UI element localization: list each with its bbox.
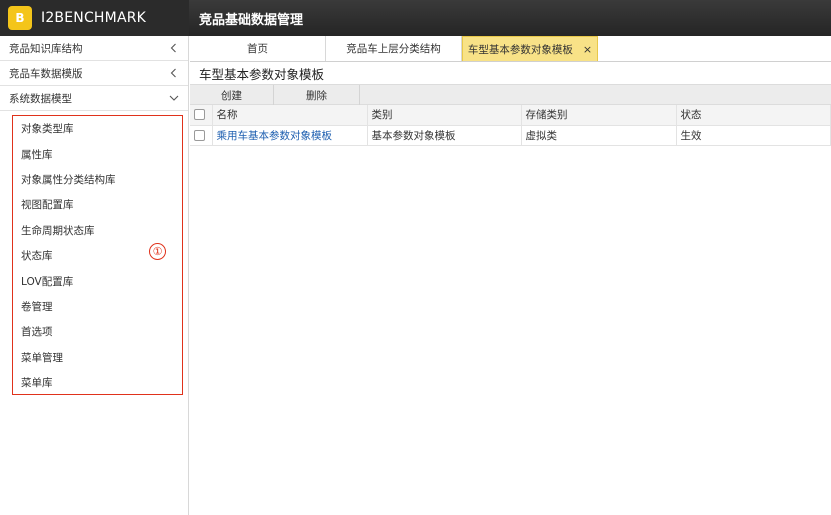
sidebar-item-view-config-library[interactable]: 视图配置库 <box>13 192 182 217</box>
sidebar-item-object-type-library[interactable]: 对象类型库 <box>13 116 182 141</box>
row-storage-cell: 虚拟类 <box>521 125 677 146</box>
sidebar-item-lov-config-library[interactable]: LOV配置库 <box>13 268 182 293</box>
brand: B I2BENCHMARK <box>0 0 189 36</box>
tab-vehicle-parameter-template[interactable]: 车型基本参数对象模板 × <box>462 36 598 61</box>
sidebar-item-menu-library[interactable]: 菜单库 <box>13 370 182 395</box>
row-name-cell: 乘用车基本参数对象模板 <box>212 125 368 146</box>
template-table: 名称 类别 存储类别 状态 乘用车基本参数对象模板 基本参数对象模板 虚拟类 生… <box>190 105 831 146</box>
callout-marker: ① <box>149 243 166 260</box>
tab-upper-classification[interactable]: 竞品车上层分类结构 <box>326 36 462 61</box>
app-window: B I2BENCHMARK 竞品基础数据管理 竞品知识库结构 竞品车数据模版 系… <box>0 0 831 515</box>
sidebar-group-label: 竞品车数据模版 <box>9 67 83 80</box>
column-header-name[interactable]: 名称 <box>212 105 368 126</box>
sidebar-group-car-template[interactable]: 竞品车数据模版 <box>0 61 188 86</box>
app-title: 竞品基础数据管理 <box>199 12 304 28</box>
sidebar-item-menu-management[interactable]: 菜单管理 <box>13 345 182 370</box>
top-bar: B I2BENCHMARK 竞品基础数据管理 <box>0 0 831 36</box>
sidebar-group-knowledge-structure[interactable]: 竞品知识库结构 <box>0 36 188 61</box>
create-button[interactable]: 创建 <box>190 85 274 105</box>
header-bar: 竞品基础数据管理 <box>189 0 831 36</box>
sidebar-item-volume-management[interactable]: 卷管理 <box>13 294 182 319</box>
row-checkbox[interactable] <box>194 129 205 141</box>
chevron-left-icon <box>168 67 180 79</box>
brand-logo-icon: B <box>8 6 32 30</box>
sidebar-item-lifecycle-state-library[interactable]: 生命周期状态库 <box>13 218 182 243</box>
main-content: 首页 竞品车上层分类结构 车型基本参数对象模板 × 车型基本参数对象模板 创建 … <box>190 36 831 515</box>
sidebar-group-system-data-model[interactable]: 系统数据模型 <box>0 86 188 111</box>
tab-home[interactable]: 首页 <box>190 36 326 61</box>
delete-button[interactable]: 删除 <box>274 85 360 105</box>
sidebar-group-label: 竞品知识库结构 <box>9 42 83 55</box>
select-all-checkbox[interactable] <box>194 109 205 121</box>
row-status-cell: 生效 <box>676 125 831 146</box>
toolbar: 创建 删除 <box>190 84 831 105</box>
row-category-cell: 基本参数对象模板 <box>367 125 522 146</box>
column-header-status[interactable]: 状态 <box>676 105 831 126</box>
table-header-row: 名称 类别 存储类别 状态 <box>190 105 831 126</box>
table-row[interactable]: 乘用车基本参数对象模板 基本参数对象模板 虚拟类 生效 <box>190 125 831 146</box>
sidebar-group-label: 系统数据模型 <box>9 92 72 105</box>
tab-label: 车型基本参数对象模板 <box>467 43 573 56</box>
row-select-cell <box>190 125 213 146</box>
sidebar: 竞品知识库结构 竞品车数据模版 系统数据模型 对象类型库 属性库 对象属性分类结… <box>0 36 189 515</box>
sidebar-item-attribute-library[interactable]: 属性库 <box>13 141 182 166</box>
column-header-category[interactable]: 类别 <box>367 105 522 126</box>
row-name-link[interactable]: 乘用车基本参数对象模板 <box>217 130 333 142</box>
sidebar-item-attribute-classification-library[interactable]: 对象属性分类结构库 <box>13 167 182 192</box>
brand-name: I2BENCHMARK <box>41 10 147 26</box>
chevron-left-icon <box>168 42 180 54</box>
tab-bar: 首页 竞品车上层分类结构 车型基本参数对象模板 × <box>190 36 831 62</box>
sidebar-item-preferences[interactable]: 首选项 <box>13 319 182 344</box>
select-all-cell <box>190 105 213 126</box>
chevron-down-icon <box>168 92 180 104</box>
close-icon[interactable]: × <box>583 43 592 56</box>
column-header-storage[interactable]: 存储类别 <box>521 105 677 126</box>
page-title: 车型基本参数对象模板 <box>199 66 325 82</box>
